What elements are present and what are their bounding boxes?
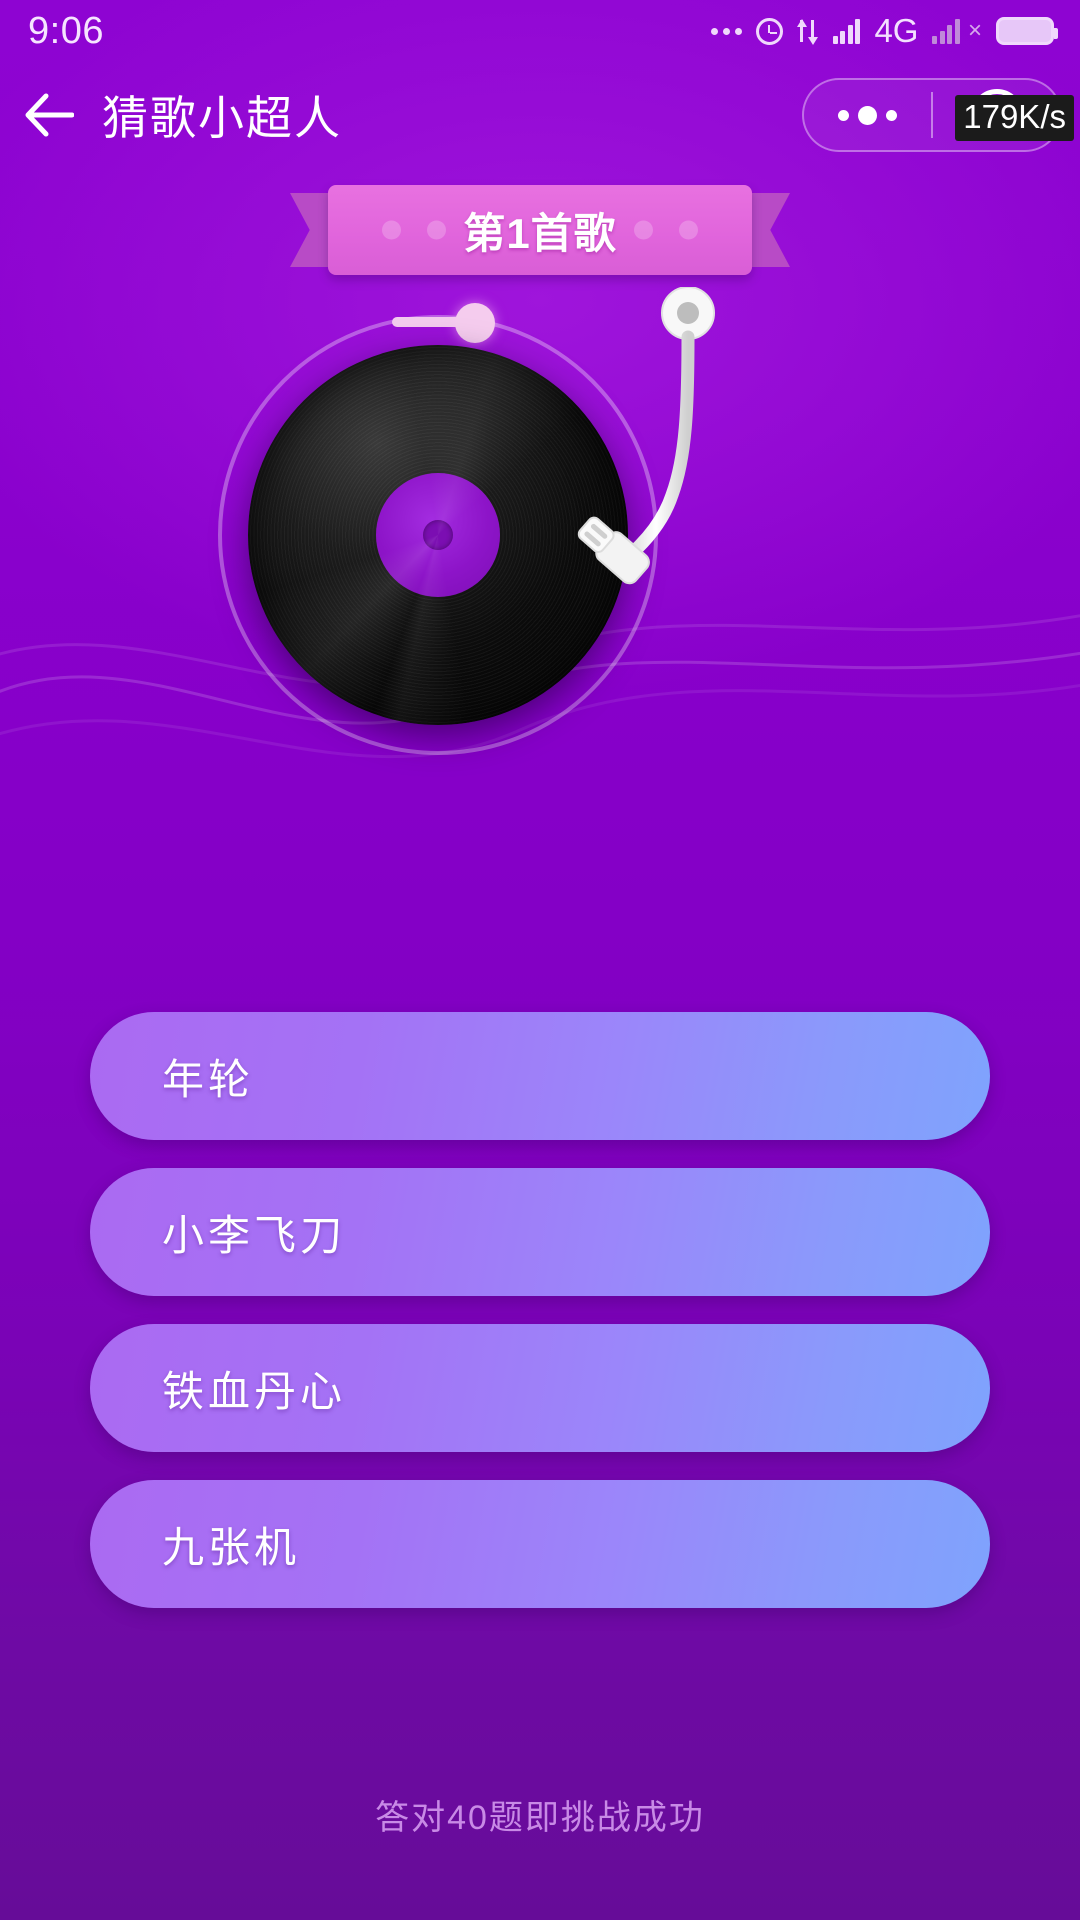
progress-ring-fill (392, 317, 464, 327)
challenge-hint: 答对40题即挑战成功 (0, 1790, 1080, 1839)
answer-option-label: 年轮 (162, 1055, 255, 1103)
app-screen: 9:06 4G × 猜歌小超人 179K/s 第1首歌 年轮 小李飞刀 铁血丹心… (0, 0, 1080, 1920)
answer-options-list: 年轮 小李飞刀 铁血丹心 九张机 (0, 1012, 1080, 1608)
battery-icon (996, 17, 1058, 45)
nav-bar: 猜歌小超人 179K/s (0, 62, 1080, 167)
ribbon: 第1首歌 (290, 185, 790, 275)
tonearm-icon (577, 287, 715, 585)
status-icons: 4G × (710, 12, 1058, 50)
page-title: 猜歌小超人 (102, 91, 342, 144)
capsule-more-button[interactable] (804, 105, 931, 125)
answer-option[interactable]: 九张机 (90, 1480, 990, 1608)
back-button[interactable] (0, 62, 96, 167)
answer-option[interactable]: 铁血丹心 (90, 1324, 990, 1452)
ribbon-body: 第1首歌 (328, 185, 752, 275)
network-speed-badge: 179K/s (955, 95, 1074, 141)
answer-option-label: 小李飞刀 (162, 1211, 347, 1259)
record-player (0, 287, 1080, 795)
alarm-icon (755, 17, 783, 45)
signal-bars-dim-icon (932, 18, 960, 44)
status-clock: 9:06 (28, 9, 104, 52)
answer-option-label: 铁血丹心 (162, 1367, 347, 1415)
challenge-hint-label: 答对40题即挑战成功 (375, 1799, 705, 1837)
no-service-icon: × (967, 17, 982, 44)
background-waves (0, 614, 1080, 759)
song-ribbon-banner: 第1首歌 (0, 185, 1080, 275)
ribbon-dots-right (634, 220, 698, 240)
answer-option[interactable]: 年轮 (90, 1012, 990, 1140)
data-transfer-icon (796, 17, 819, 45)
more-dots-icon (710, 27, 742, 35)
back-arrow-icon (25, 93, 74, 136)
progress-dot-icon (455, 303, 495, 343)
network-type-label: 4G (874, 12, 919, 49)
status-bar: 9:06 4G × (0, 0, 1080, 62)
ribbon-dots-left (382, 220, 446, 240)
signal-bars-icon (832, 18, 861, 44)
answer-option-label: 九张机 (162, 1523, 301, 1571)
song-counter-label: 第1首歌 (463, 209, 617, 257)
answer-option[interactable]: 小李飞刀 (90, 1168, 990, 1296)
